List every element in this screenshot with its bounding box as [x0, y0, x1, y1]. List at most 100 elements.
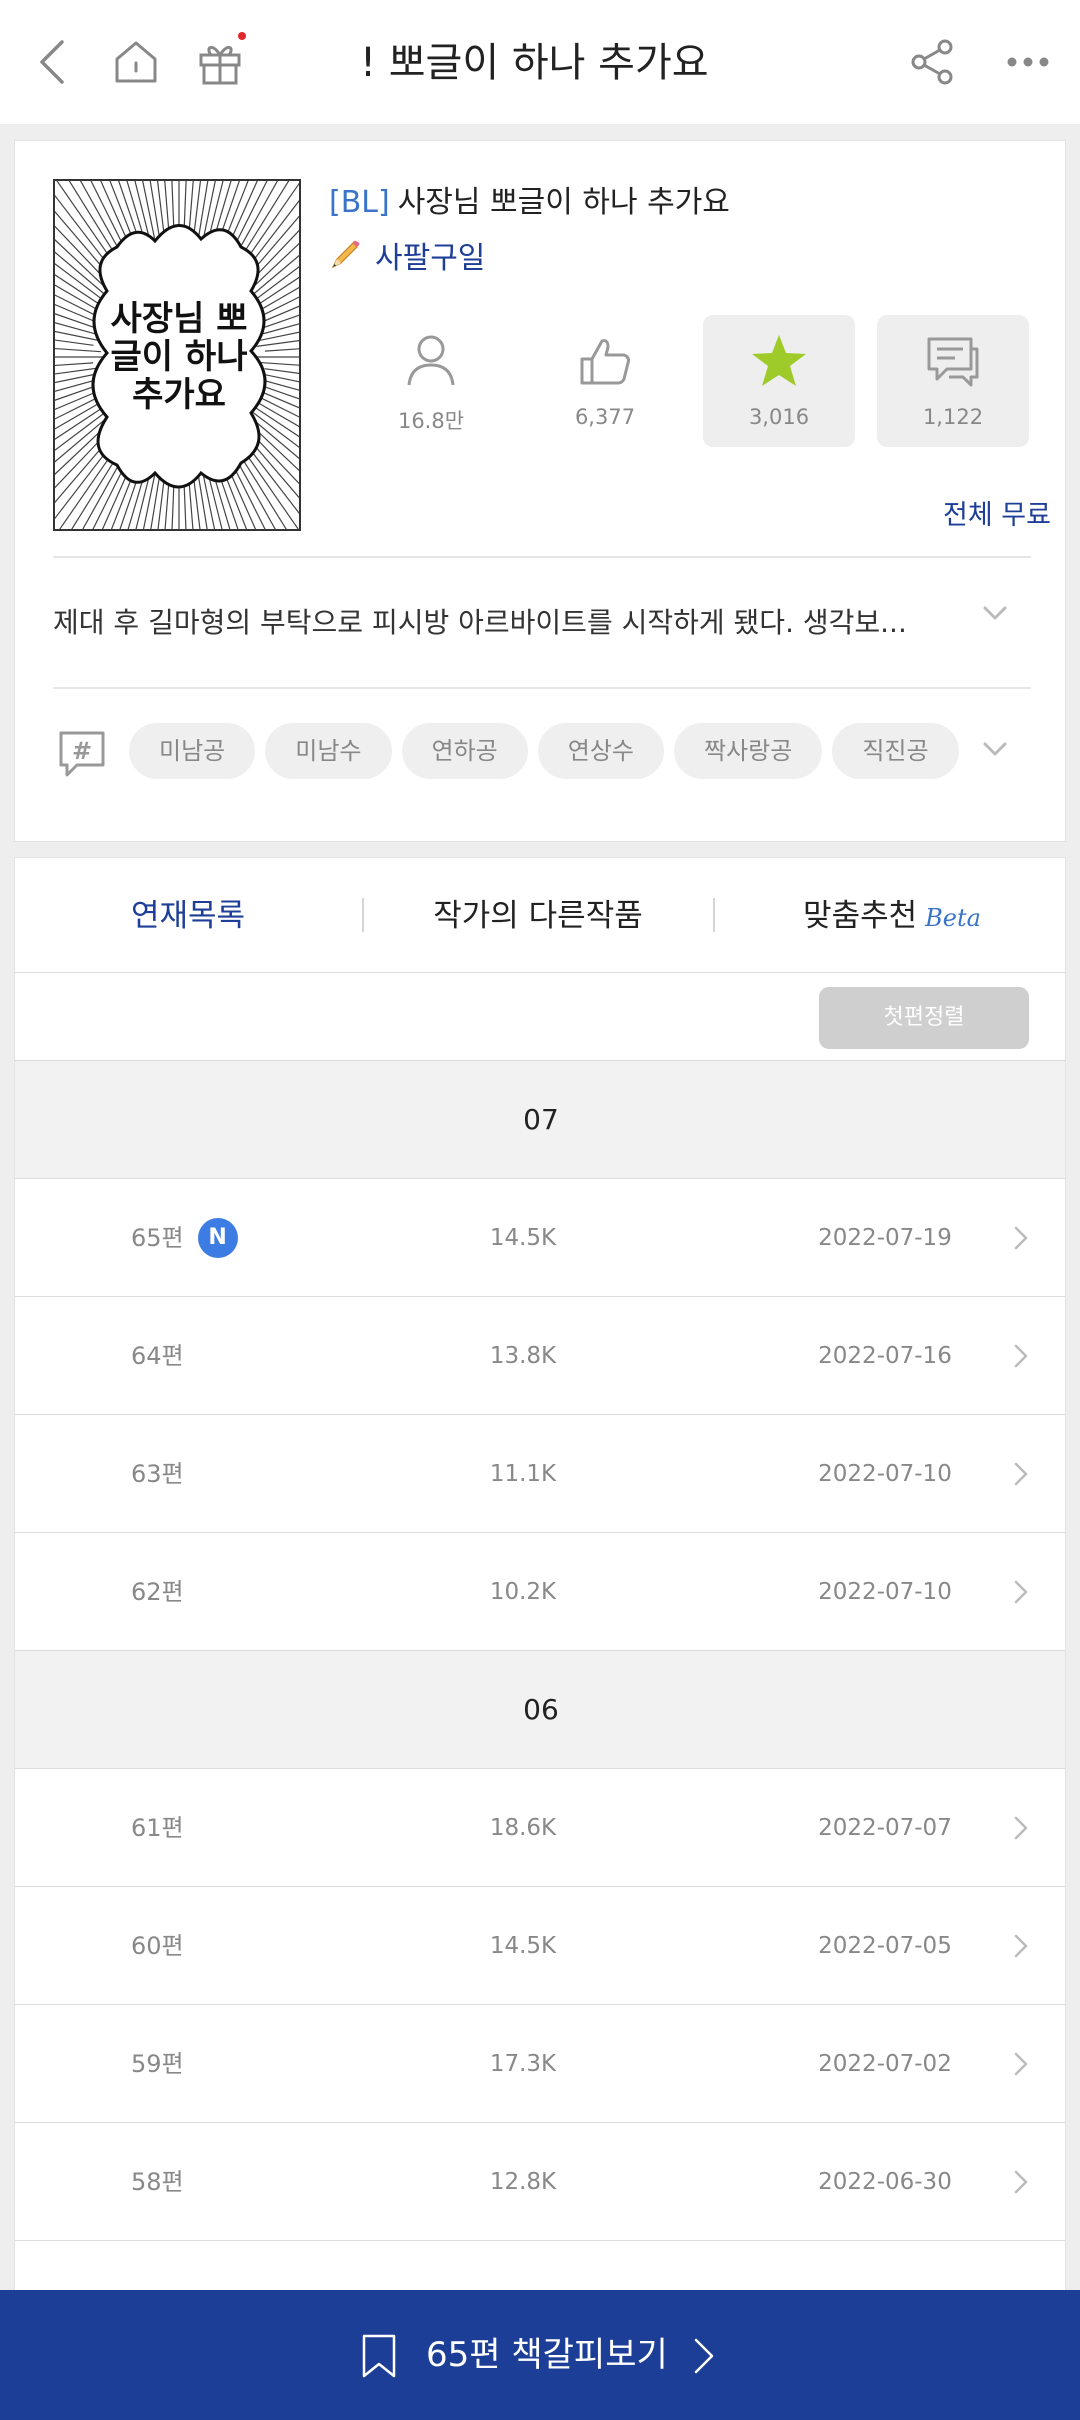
episode-list: 첫편정렬 07 65편 N 14.5K 2022-07-19 64편 13.8K 2022-0…: [14, 973, 1066, 2293]
more-icon[interactable]: [996, 30, 1060, 94]
episode-label: 62편: [131, 1578, 184, 1606]
episode-views: 10.2K: [489, 1579, 557, 1605]
genre-label: [BL]: [329, 185, 390, 220]
episode-row[interactable]: 59편 17.3K 2022-07-02: [15, 2005, 1065, 2123]
episode-label: 63편: [131, 1460, 184, 1488]
svg-text:#: #: [72, 737, 92, 765]
episode-date: 2022-07-02: [818, 2051, 952, 2077]
hashtag-icon: #: [57, 729, 107, 783]
rating-stat[interactable]: 3,016: [703, 315, 855, 447]
divider: [53, 556, 1031, 558]
page-title: ! 뽀글이 하나 추가요: [360, 40, 709, 86]
tab-divider: [713, 898, 715, 932]
episode-views: 14.5K: [489, 1225, 557, 1251]
chevron-right-icon: [692, 2336, 716, 2380]
tag-list: 미남공 미남수 연하공 연상수 짝사랑공 직진공: [129, 723, 959, 779]
tag-chip[interactable]: 짝사랑공: [674, 723, 823, 779]
tag-chip[interactable]: 연상수: [537, 723, 664, 779]
back-icon[interactable]: [20, 30, 84, 94]
episode-date: 2022-07-19: [818, 1225, 952, 1251]
episode-row[interactable]: 64편 13.8K 2022-07-16: [15, 1297, 1065, 1415]
episode-row[interactable]: 60편 14.5K 2022-07-05: [15, 1887, 1065, 2005]
episode-number: 62편: [131, 1533, 184, 1651]
episode-row[interactable]: 61편 18.6K 2022-07-07: [15, 1769, 1065, 1887]
episode-label: 65편: [131, 1224, 184, 1252]
chevron-right-icon: [1013, 2051, 1029, 2081]
episode-number: 60편: [131, 1887, 184, 2005]
bookmark-icon: [360, 2334, 398, 2382]
bookmark-bar[interactable]: 65편 책갈피보기: [0, 2290, 1080, 2420]
episode-date: 2022-07-10: [818, 1461, 952, 1487]
bookmark-label: 65편 책갈피보기: [426, 2335, 668, 2375]
month-header: 06: [15, 1651, 1065, 1769]
chevron-right-icon: [1013, 1343, 1029, 1373]
episode-date: 2022-07-05: [818, 1933, 952, 1959]
thumbs-up-icon: [580, 339, 630, 385]
star-icon: [752, 335, 806, 386]
chevron-right-icon: [1013, 1579, 1029, 1609]
episode-number: 59편: [131, 2005, 184, 2123]
expand-tags-icon[interactable]: [981, 739, 1009, 763]
chevron-right-icon: [1013, 1225, 1029, 1255]
comments-stat[interactable]: 1,122: [877, 315, 1029, 447]
pencil-icon: [331, 240, 360, 269]
work-title-text: 사장님 뽀글이 하나 추가요: [397, 185, 730, 220]
likes-stat[interactable]: 6,377: [529, 315, 681, 447]
rating-count: 3,016: [748, 405, 810, 429]
tag-chip[interactable]: 미남수: [265, 723, 392, 779]
tab-bar: 연재목록 작가의 다른작품 맞춤추천 Beta: [14, 857, 1066, 973]
episode-views: 13.8K: [489, 1343, 557, 1369]
home-icon[interactable]: [104, 30, 168, 94]
views-stat: 16.8만: [355, 315, 507, 447]
episode-label: 59편: [131, 2050, 184, 2078]
new-badge: N: [197, 1218, 238, 1258]
tab-recommendations-label: 맞춤추천: [803, 898, 918, 934]
episode-label: 58편: [131, 2168, 184, 2196]
notification-dot: [238, 32, 246, 40]
expand-synopsis-icon[interactable]: [981, 603, 1009, 627]
tag-chip[interactable]: 연하공: [401, 723, 528, 779]
episode-number: 58편: [131, 2123, 184, 2241]
author-link[interactable]: 사팔구일: [329, 233, 485, 277]
comment-icon: [927, 337, 979, 387]
chevron-right-icon: [1013, 1933, 1029, 1963]
work-info-card: 사장님 뽀글이 하나 추가요 [BL] 사장님 뽀글이 하나 추가요 사팔구일 1…: [14, 140, 1066, 842]
episode-views: 18.6K: [489, 1815, 557, 1841]
episode-date: 2022-07-10: [818, 1579, 952, 1605]
episode-row[interactable]: 62편 10.2K 2022-07-10: [15, 1533, 1065, 1651]
gift-icon[interactable]: [188, 30, 252, 94]
price-label: 전체 무료: [943, 500, 1051, 531]
tab-recommendations[interactable]: 맞춤추천 Beta: [717, 858, 1067, 974]
stats-row: 16.8만 6,377 3,016 1,122: [355, 315, 1035, 447]
synopsis-text[interactable]: 제대 후 길마형의 부탁으로 피시방 아르바이트를 시작하게 됐다. 생각보..…: [53, 601, 953, 641]
episode-number: 64편: [131, 1297, 184, 1415]
chevron-right-icon: [1013, 1815, 1029, 1845]
share-icon[interactable]: [900, 30, 964, 94]
tab-divider: [362, 898, 364, 932]
episode-date: 2022-07-16: [818, 1343, 952, 1369]
work-title: [BL] 사장님 뽀글이 하나 추가요: [329, 177, 730, 221]
episode-row[interactable]: 58편 12.8K 2022-06-30: [15, 2123, 1065, 2241]
tag-chip[interactable]: 미남공: [129, 723, 256, 779]
episode-date: 2022-07-07: [818, 1815, 952, 1841]
episode-number: 63편: [131, 1415, 184, 1533]
episode-row[interactable]: 65편 N 14.5K 2022-07-19: [15, 1179, 1065, 1297]
chevron-right-icon: [1013, 2169, 1029, 2199]
episode-label: 61편: [131, 1814, 184, 1842]
episode-views: 14.5K: [489, 1933, 557, 1959]
cover-image[interactable]: 사장님 뽀글이 하나 추가요: [53, 179, 301, 531]
episode-row[interactable]: 63편 11.1K 2022-07-10: [15, 1415, 1065, 1533]
tag-chip[interactable]: 직진공: [832, 723, 959, 779]
comments-count: 1,122: [922, 405, 984, 429]
user-icon: [407, 335, 455, 386]
sort-bar: 첫편정렬: [15, 973, 1065, 1061]
episode-number: 65편 N: [131, 1179, 238, 1297]
divider: [53, 687, 1031, 689]
sort-first-button[interactable]: 첫편정렬: [819, 987, 1029, 1049]
tab-episodes[interactable]: 연재목록: [15, 858, 361, 974]
month-header: 07: [15, 1061, 1065, 1179]
episode-date: 2022-06-30: [818, 2169, 952, 2195]
chevron-right-icon: [1013, 1461, 1029, 1491]
top-bar: ! 뽀글이 하나 추가요: [0, 0, 1080, 124]
tab-other-works[interactable]: 작가의 다른작품: [365, 858, 711, 974]
